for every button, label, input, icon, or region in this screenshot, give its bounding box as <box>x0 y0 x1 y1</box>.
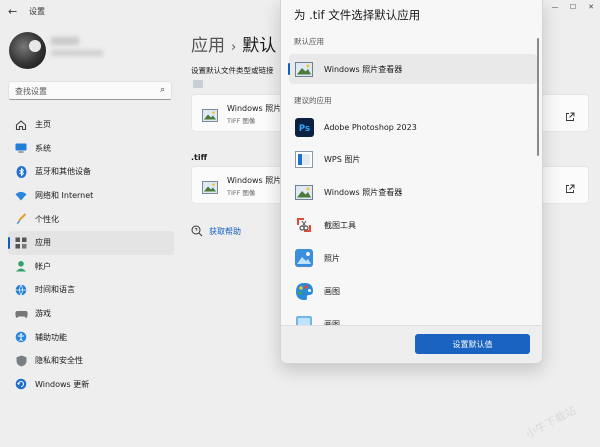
sidebar-item-personalization[interactable]: 个性化 <box>8 207 174 231</box>
avatar[interactable] <box>9 32 46 69</box>
sidebar-nav: 主页 系统 蓝牙和其他设备 网络和 Internet 个性化 应用 帐户 时间和… <box>8 113 174 396</box>
bluetooth-icon <box>14 165 28 179</box>
app-option-paint[interactable]: 画图 <box>289 276 537 306</box>
paint-icon <box>294 281 314 301</box>
sidebar-item-label: 隐私和安全性 <box>35 356 83 366</box>
app-option-label: Windows 照片查看器 <box>324 64 403 74</box>
apps-icon <box>14 236 28 250</box>
external-link-icon[interactable] <box>565 179 575 193</box>
app-option-label: 截图工具 <box>324 220 356 230</box>
sidebar-item-label: 时间和语言 <box>35 285 75 295</box>
sidebar-item-label: 个性化 <box>35 214 59 224</box>
sidebar-item-network[interactable]: 网络和 Internet <box>8 184 174 208</box>
sidebar-item-accounts[interactable]: 帐户 <box>8 255 174 279</box>
breadcrumb-current: 默认 <box>242 36 277 56</box>
app-option-snipping-tool[interactable]: 截图工具 <box>289 210 537 240</box>
breadcrumb-parent[interactable]: 应用 <box>191 36 225 56</box>
app-option-photos[interactable]: 照片 <box>289 243 537 273</box>
sidebar-item-system[interactable]: 系统 <box>8 137 174 161</box>
sidebar-item-label: 应用 <box>35 238 51 248</box>
app-option-wps-pictures[interactable]: WPS 图片 <box>289 144 537 174</box>
suggested-apps-section-label: 建议的应用 <box>294 96 332 105</box>
get-help-label: 获取帮助 <box>209 226 241 236</box>
file-type-description: TIFF 图像 <box>227 189 256 197</box>
default-app-option[interactable]: Windows 照片查看器 <box>288 54 537 84</box>
back-arrow-icon[interactable]: ← <box>8 5 22 19</box>
app-name: Windows 照片 <box>227 176 282 185</box>
photo-viewer-icon <box>202 179 218 198</box>
sidebar-item-label: 游戏 <box>35 309 51 319</box>
wifi-icon <box>14 189 28 203</box>
sidebar-item-time-language[interactable]: 时间和语言 <box>8 278 174 302</box>
maximize-button[interactable]: ☐ <box>564 0 582 14</box>
app-option-photoshop[interactable]: Ps Adobe Photoshop 2023 <box>289 112 537 142</box>
sidebar-item-privacy[interactable]: 隐私和安全性 <box>8 349 174 373</box>
section-heading: 设置默认文件类型或链接 <box>191 66 274 75</box>
system-icon <box>14 141 28 155</box>
search-input[interactable]: 查找设置 ⌕ <box>8 81 172 100</box>
sidebar-item-label: 主页 <box>35 120 51 130</box>
sidebar-item-label: Windows 更新 <box>35 379 90 389</box>
sidebar-item-apps[interactable]: 应用 <box>8 230 174 255</box>
snipping-tool-icon <box>294 215 314 235</box>
sidebar-item-home[interactable]: 主页 <box>8 113 174 137</box>
close-button[interactable]: ✕ <box>582 0 600 14</box>
search-placeholder: 查找设置 <box>15 87 47 96</box>
dialog-scrollbar[interactable] <box>537 38 539 156</box>
file-type-thumbnail <box>193 80 203 88</box>
globe-icon <box>14 283 28 297</box>
sidebar-item-gaming[interactable]: 游戏 <box>8 302 174 326</box>
app-option-label: WPS 图片 <box>324 154 361 164</box>
sidebar-item-windows-update[interactable]: Windows 更新 <box>8 373 174 397</box>
shield-icon <box>14 354 28 368</box>
blurred-user-name <box>51 37 79 45</box>
sidebar-item-bluetooth[interactable]: 蓝牙和其他设备 <box>8 160 174 184</box>
photo-viewer-icon <box>202 107 218 126</box>
wps-pictures-icon <box>294 149 314 169</box>
sidebar-item-label: 网络和 Internet <box>35 191 94 201</box>
help-icon <box>191 225 203 237</box>
external-link-icon[interactable] <box>565 107 575 121</box>
photo-viewer-icon <box>294 59 314 79</box>
gamepad-icon <box>14 307 28 321</box>
photos-icon <box>294 248 314 268</box>
blurred-user-email <box>51 50 103 56</box>
app-option-label: Adobe Photoshop 2023 <box>324 122 417 132</box>
dialog-footer: 设置默认值 <box>281 325 542 363</box>
accessibility-icon <box>14 330 28 344</box>
svg-text:Ps: Ps <box>298 124 309 134</box>
window-controls: — ☐ ✕ <box>546 0 600 14</box>
choose-default-app-dialog: 为 .tif 文件选择默认应用 默认应用 Windows 照片查看器 建议的应用… <box>280 0 543 364</box>
get-help-link[interactable]: 获取帮助 <box>191 225 241 237</box>
default-app-section-label: 默认应用 <box>294 37 324 46</box>
file-type-description: TIFF 图像 <box>227 117 256 125</box>
account-icon <box>14 259 28 273</box>
sidebar-item-label: 辅助功能 <box>35 332 67 342</box>
home-icon <box>14 118 28 132</box>
sidebar-item-label: 系统 <box>35 143 51 153</box>
photo-viewer-icon <box>294 182 314 202</box>
breadcrumb-separator: › <box>231 40 237 55</box>
app-title: 设置 <box>29 7 45 16</box>
app-option-label: 画图 <box>324 286 340 296</box>
watermark: 小牛下载站 <box>523 403 579 442</box>
app-option-photo-viewer[interactable]: Windows 照片查看器 <box>289 177 537 207</box>
sidebar-item-label: 帐户 <box>35 261 51 271</box>
sidebar-item-label: 蓝牙和其他设备 <box>35 167 91 177</box>
search-icon: ⌕ <box>159 85 165 95</box>
dialog-title: 为 .tif 文件选择默认应用 <box>294 8 421 22</box>
update-icon <box>14 377 28 391</box>
app-option-label: 照片 <box>324 253 340 263</box>
breadcrumb: 应用 › 默认 <box>191 31 276 56</box>
sidebar-item-accessibility[interactable]: 辅助功能 <box>8 325 174 349</box>
app-name: Windows 照片 <box>227 104 282 113</box>
app-option-label: Windows 照片查看器 <box>324 187 403 197</box>
set-default-button[interactable]: 设置默认值 <box>415 334 530 354</box>
photoshop-icon: Ps <box>294 117 314 137</box>
brush-icon <box>14 212 28 226</box>
minimize-button[interactable]: — <box>546 0 564 14</box>
extension-label: .tiff <box>191 153 208 162</box>
